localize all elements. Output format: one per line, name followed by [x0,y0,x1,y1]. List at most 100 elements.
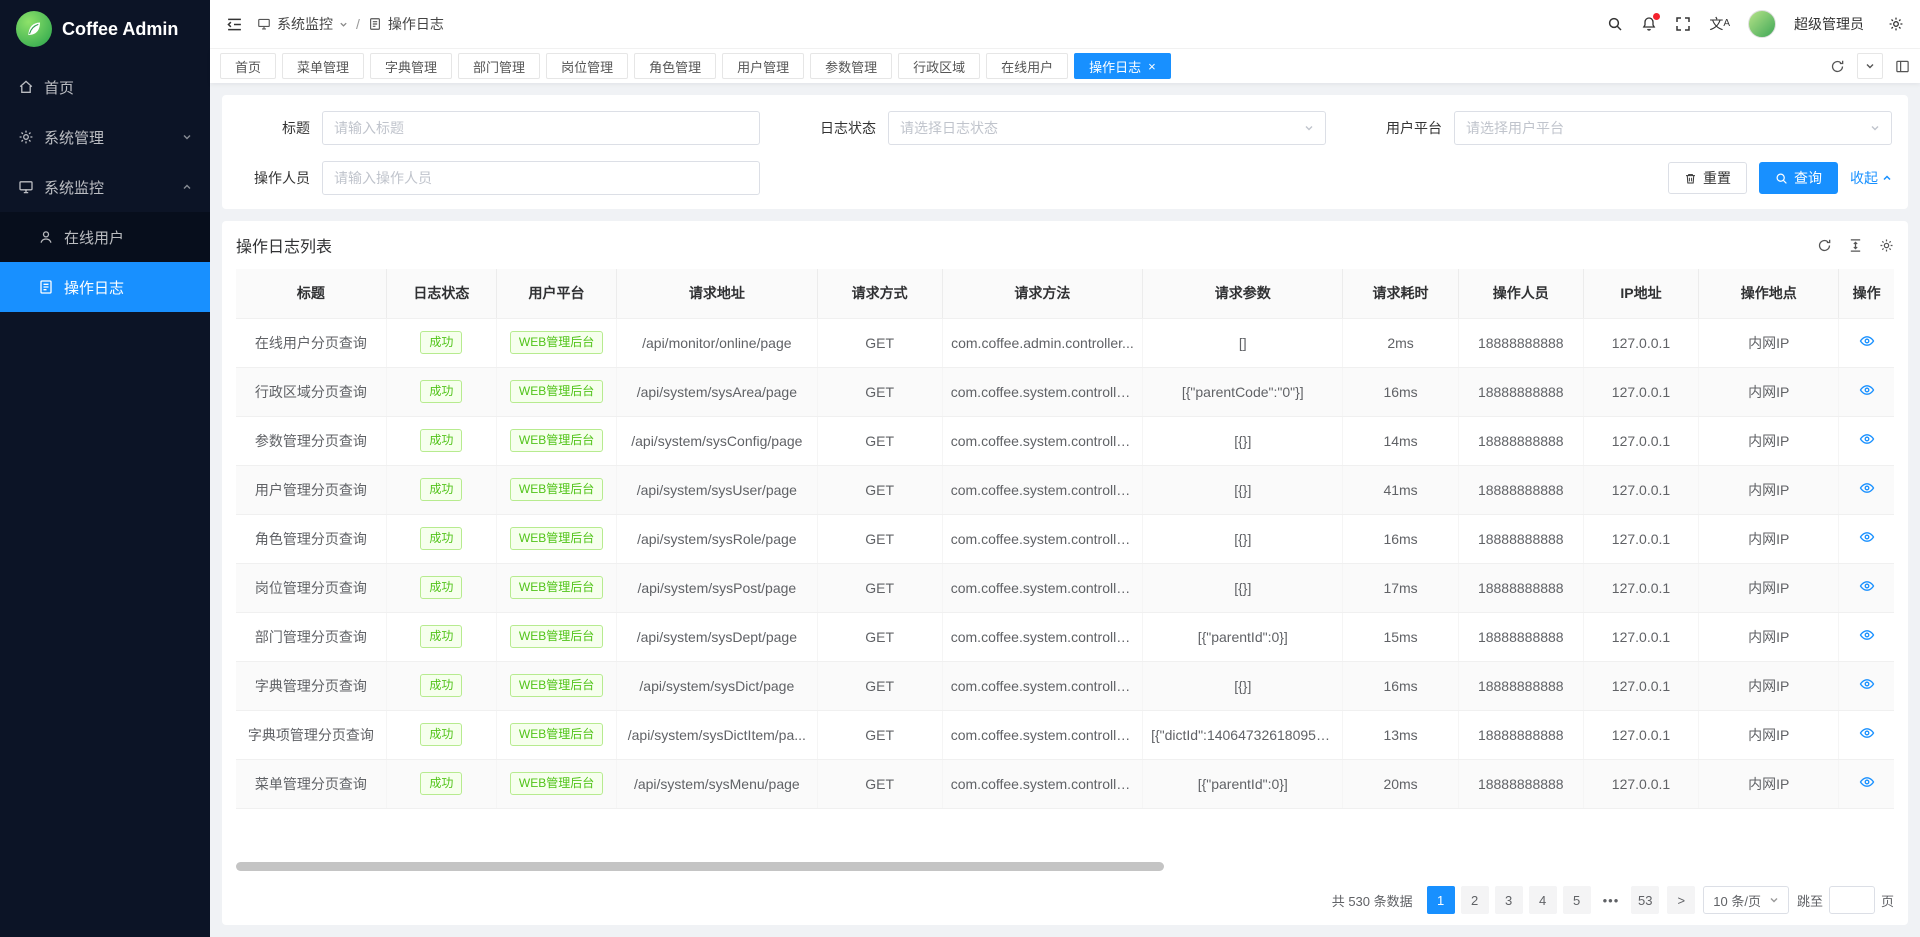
sidebar-item-label: 系统管理 [44,127,172,148]
page-button-5[interactable]: 5 [1563,886,1591,914]
bell-icon[interactable] [1641,16,1657,32]
platform-select[interactable]: 请选择用户平台 [1454,111,1892,145]
cell-actions [1839,514,1894,563]
breadcrumb-parent[interactable]: 系统监控 [257,14,348,34]
page-button-1[interactable]: 1 [1427,886,1455,914]
jump-page-input[interactable] [1829,886,1875,914]
cell-location: 内网IP [1699,661,1839,710]
search-icon[interactable] [1607,16,1623,32]
view-detail-icon[interactable] [1859,431,1875,447]
refresh-icon[interactable] [1830,59,1845,74]
tab-岗位管理[interactable]: 岗位管理 [546,53,628,79]
tab-行政区域[interactable]: 行政区域 [898,53,980,79]
sidebar-item-home[interactable]: 首页 [0,62,210,112]
page-button-2[interactable]: 2 [1461,886,1489,914]
table-scroll-area: 标题日志状态用户平台请求地址请求方式请求方法请求参数请求耗时操作人员IP地址操作… [236,269,1894,875]
tab-参数管理[interactable]: 参数管理 [810,53,892,79]
view-detail-icon[interactable] [1859,382,1875,398]
column-header: 请求参数 [1143,269,1343,318]
cell-title: 行政区域分页查询 [236,367,386,416]
page-button-4[interactable]: 4 [1529,886,1557,914]
cell-location: 内网IP [1699,759,1839,808]
tab-字典管理[interactable]: 字典管理 [370,53,452,79]
search-button[interactable]: 查询 [1759,162,1838,194]
tab-菜单管理[interactable]: 菜单管理 [282,53,364,79]
column-height-icon[interactable] [1848,238,1863,253]
view-detail-icon[interactable] [1859,725,1875,741]
chevron-up-icon [182,182,192,192]
filter-field-operator: 操作人员 [238,161,760,195]
gear-icon[interactable] [1888,16,1904,32]
tab-label: 在线用户 [1001,57,1053,76]
translate-icon[interactable]: 文A [1709,17,1730,31]
cell-status: 成功 [386,416,496,465]
tab-label: 操作日志 [1089,57,1141,76]
cell-location: 内网IP [1699,416,1839,465]
column-settings-icon[interactable] [1879,238,1894,253]
cell-title: 部门管理分页查询 [236,612,386,661]
tab-首页[interactable]: 首页 [220,53,276,79]
refresh-icon[interactable] [1817,238,1832,253]
cell-handler: com.coffee.system.controlle... [942,514,1142,563]
page-button-3[interactable]: 3 [1495,886,1523,914]
status-select[interactable]: 请选择日志状态 [888,111,1326,145]
table-row: 在线用户分页查询成功WEB管理后台/api/monitor/online/pag… [236,318,1894,367]
collapse-filter-link[interactable]: 收起 [1850,168,1892,188]
username[interactable]: 超级管理员 [1794,14,1864,34]
cell-location: 内网IP [1699,318,1839,367]
tab-close-icon[interactable]: × [1148,60,1156,73]
pagination-bar: 共 530 条数据 12345•••53 > 10 条/页 跳至 页 [236,875,1894,925]
cell-status: 成功 [386,759,496,808]
avatar[interactable] [1748,10,1776,38]
view-detail-icon[interactable] [1859,529,1875,545]
status-badge: 成功 [420,478,462,501]
column-header: 请求方法 [942,269,1142,318]
title-input[interactable] [334,120,748,136]
notification-dot [1653,13,1660,20]
cell-handler: com.coffee.system.controlle... [942,416,1142,465]
filter-field-title: 标题 [238,111,760,145]
cell-status: 成功 [386,612,496,661]
status-badge: 成功 [420,625,462,648]
sidebar-item-operation-log[interactable]: 操作日志 [0,262,210,312]
cell-handler: com.coffee.system.controlle... [942,563,1142,612]
fullscreen-icon[interactable] [1675,16,1691,32]
cell-status: 成功 [386,367,496,416]
menu-fold-icon[interactable] [226,16,243,33]
operator-input[interactable] [334,170,748,186]
cell-duration: 41ms [1343,465,1458,514]
horizontal-scrollbar-track [236,862,1894,871]
tab-在线用户[interactable]: 在线用户 [986,53,1068,79]
sidebar-item-online-users[interactable]: 在线用户 [0,212,210,262]
cell-title: 在线用户分页查询 [236,318,386,367]
horizontal-scrollbar[interactable] [236,862,1164,871]
page-button-53[interactable]: 53 [1631,886,1659,914]
expand-content-icon[interactable] [1895,59,1910,74]
reset-button[interactable]: 重置 [1668,162,1747,194]
tab-部门管理[interactable]: 部门管理 [458,53,540,79]
column-header: 请求方式 [817,269,942,318]
app-logo[interactable]: Coffee Admin [0,0,210,58]
view-detail-icon[interactable] [1859,627,1875,643]
content-area: 标题 日志状态 请选择日志状态 用户平台 请选择用户平台 [210,83,1920,937]
tab-角色管理[interactable]: 角色管理 [634,53,716,79]
view-detail-icon[interactable] [1859,333,1875,349]
tab-用户管理[interactable]: 用户管理 [722,53,804,79]
tab-操作日志[interactable]: 操作日志 × [1074,53,1171,79]
log-table-body: 在线用户分页查询成功WEB管理后台/api/monitor/online/pag… [236,318,1894,808]
column-header: 请求耗时 [1343,269,1458,318]
view-detail-icon[interactable] [1859,676,1875,692]
tab-options-dropdown[interactable] [1857,53,1883,79]
sidebar-item-system-mgmt[interactable]: 系统管理 [0,112,210,162]
view-detail-icon[interactable] [1859,578,1875,594]
sidebar-item-system-monitor[interactable]: 系统监控 [0,162,210,212]
cell-request-url: /api/system/sysDictItem/pa... [617,710,817,759]
view-detail-icon[interactable] [1859,774,1875,790]
column-header: 请求地址 [617,269,817,318]
chevron-down-icon [1769,895,1779,905]
page-size-select[interactable]: 10 条/页 [1703,886,1789,914]
table-row: 字典管理分页查询成功WEB管理后台/api/system/sysDict/pag… [236,661,1894,710]
breadcrumb-separator: / [356,16,360,32]
next-page-button[interactable]: > [1667,886,1695,914]
view-detail-icon[interactable] [1859,480,1875,496]
